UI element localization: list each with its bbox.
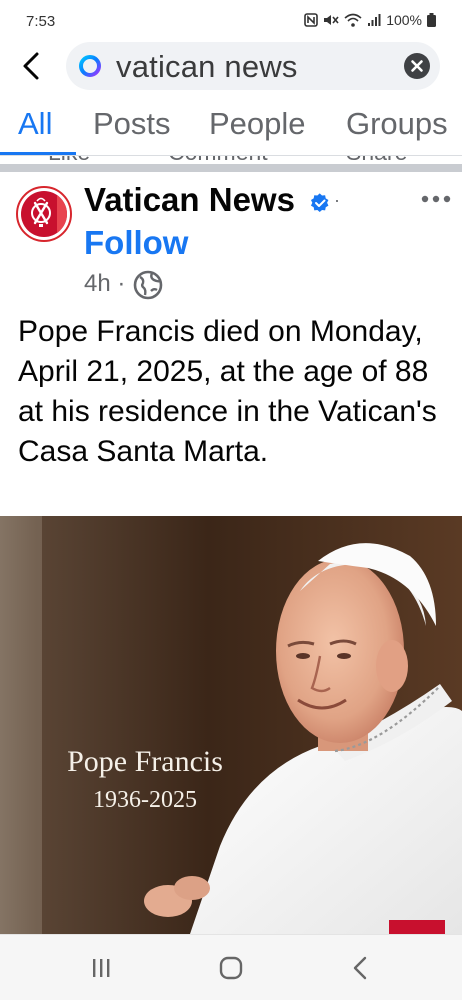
post-timestamp[interactable]: 4h ·	[84, 270, 125, 298]
page-avatar[interactable]	[16, 186, 72, 242]
clear-search-icon[interactable]	[404, 53, 430, 79]
follow-button[interactable]: Follow	[84, 224, 188, 262]
home-icon[interactable]	[211, 953, 251, 983]
tab-groups[interactable]: Groups	[346, 106, 448, 142]
recents-icon[interactable]	[81, 953, 121, 983]
battery-icon	[427, 13, 436, 27]
image-caption-title: Pope Francis	[67, 745, 223, 778]
back-arrow-icon[interactable]	[16, 50, 48, 82]
status-time: 7:53	[26, 13, 56, 30]
globe-icon	[133, 270, 163, 300]
search-header: vatican news	[0, 38, 462, 94]
wifi-icon	[344, 13, 362, 27]
search-query[interactable]: vatican news	[116, 49, 298, 85]
nfc-icon	[304, 13, 318, 27]
tab-posts[interactable]: Posts	[93, 106, 171, 142]
status-icons: 100%	[304, 12, 436, 28]
mute-icon	[324, 15, 339, 25]
search-ring-icon	[79, 55, 101, 77]
tab-all[interactable]: All	[18, 106, 52, 142]
name-separator: ·	[334, 190, 340, 210]
search-filter-tabs: All Posts People Groups	[0, 100, 462, 156]
nav-back-icon[interactable]	[341, 953, 381, 983]
android-navigation-bar	[0, 934, 462, 1000]
post-image[interactable]: Pope Francis 1936-2025	[0, 516, 462, 934]
search-input[interactable]: vatican news	[66, 42, 440, 90]
tab-people[interactable]: People	[209, 106, 306, 142]
page-name[interactable]: Vatican News	[84, 181, 295, 219]
feed-separator	[0, 164, 462, 172]
image-caption-years: 1936-2025	[93, 787, 197, 813]
verified-badge-icon	[310, 193, 329, 212]
battery-percent: 100%	[386, 12, 422, 28]
more-options-icon[interactable]	[420, 186, 452, 212]
post-text: Pope Francis died on Monday, April 21, 2…	[18, 315, 437, 468]
signal-icon	[368, 14, 381, 26]
vatican-news-logo	[21, 191, 67, 237]
